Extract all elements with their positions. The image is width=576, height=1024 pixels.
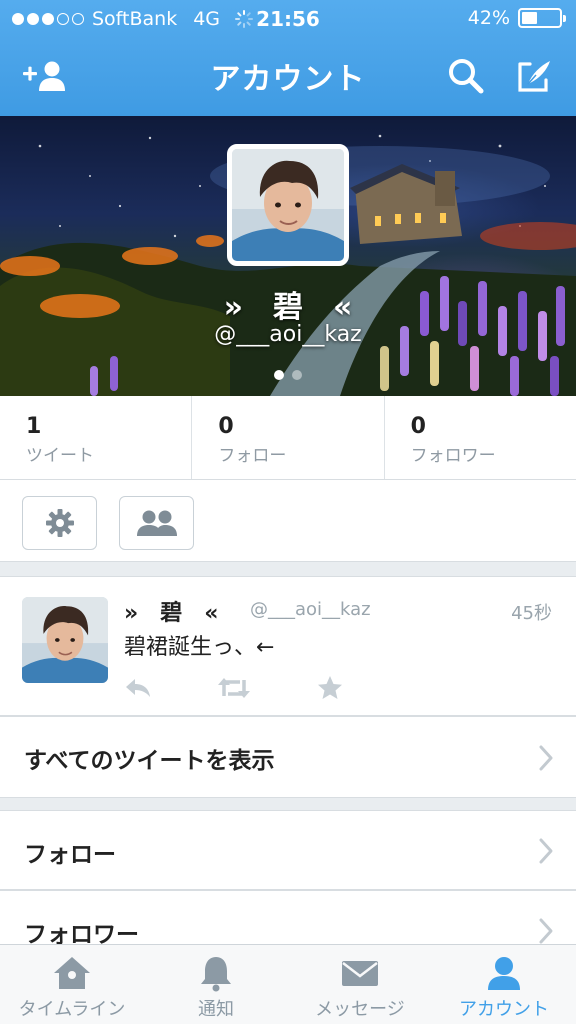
tweet-card[interactable]: » 碧 « @___aoi__kaz 45秒 碧裙誕生っ、← xyxy=(0,576,576,716)
page-dot-1 xyxy=(274,370,284,380)
status-bar: SoftBank 4G 21:56 42% xyxy=(0,0,576,38)
tab-timeline-label: タイムライン xyxy=(18,999,126,1020)
battery-percent: 42% xyxy=(467,7,510,29)
retweet-button[interactable] xyxy=(216,673,252,703)
view-all-tweets-label: すべてのツイートを表示 xyxy=(24,748,275,774)
tweet-timestamp: 45秒 xyxy=(511,603,552,624)
chevron-right-icon xyxy=(539,918,553,944)
tab-account[interactable]: アカウント xyxy=(432,945,576,1024)
profile-handle: @___aoi__kaz xyxy=(214,322,362,347)
envelope-icon xyxy=(342,961,378,986)
tab-account-label: アカウント xyxy=(459,999,549,1020)
stat-following-count: 0 xyxy=(218,414,234,439)
page-dot-2 xyxy=(292,370,302,380)
tab-messages[interactable]: メッセージ xyxy=(288,945,432,1024)
tab-messages-label: メッセージ xyxy=(315,999,405,1020)
avatar-photo xyxy=(22,597,108,683)
stat-tweets-count: 1 xyxy=(26,414,42,439)
people-icon xyxy=(136,510,177,536)
view-all-tweets-row[interactable]: すべてのツイートを表示 xyxy=(0,716,576,798)
lists-people-button[interactable] xyxy=(119,496,194,550)
tweet-avatar[interactable] xyxy=(22,597,108,683)
reply-icon xyxy=(126,679,150,697)
search-icon xyxy=(449,59,484,94)
user-icon xyxy=(488,957,520,990)
stat-followers[interactable]: 0 フォロワー xyxy=(385,396,576,479)
settings-button[interactable] xyxy=(22,496,97,550)
stat-followers-label: フォロワー xyxy=(410,446,496,466)
tweet-text: 碧裙誕生っ、← xyxy=(124,635,275,660)
avatar-photo xyxy=(232,149,344,261)
stat-following[interactable]: 0 フォロー xyxy=(192,396,385,479)
following-row[interactable]: フォロー xyxy=(0,810,576,890)
stat-tweets[interactable]: 1 ツイート xyxy=(0,396,193,479)
profile-header-banner[interactable]: » 碧 « @___aoi__kaz xyxy=(0,116,576,396)
gear-icon xyxy=(45,509,74,537)
top-bar: SoftBank 4G 21:56 42% アカウント xyxy=(0,0,576,116)
stat-followers-count: 0 xyxy=(410,414,426,439)
battery-icon xyxy=(518,8,566,28)
home-icon xyxy=(54,957,90,989)
following-label: フォロー xyxy=(24,842,116,868)
profile-avatar[interactable] xyxy=(227,144,349,266)
tab-timeline[interactable]: タイムライン xyxy=(0,945,144,1024)
banner-page-indicator[interactable] xyxy=(0,370,576,380)
stat-tweets-label: ツイート xyxy=(26,446,94,466)
profile-stats: 1 ツイート 0 フォロー 0 フォロワー xyxy=(0,396,576,480)
star-icon xyxy=(318,676,342,699)
reply-button[interactable] xyxy=(120,673,156,703)
tab-bar: タイムライン 通知 メッセージ アカウント xyxy=(0,944,576,1024)
tweet-author-handle: @___aoi__kaz xyxy=(250,599,371,620)
favorite-button[interactable] xyxy=(312,673,348,703)
profile-actions xyxy=(0,480,576,562)
tab-notifications-label: 通知 xyxy=(198,999,234,1020)
retweet-icon xyxy=(218,678,250,698)
bell-icon xyxy=(201,957,231,992)
stat-following-label: フォロー xyxy=(218,446,287,466)
chevron-right-icon xyxy=(539,745,553,771)
chevron-right-icon xyxy=(539,838,553,864)
tweet-author-name: » 碧 « xyxy=(124,601,219,626)
tab-notifications[interactable]: 通知 xyxy=(144,945,288,1024)
search-button[interactable] xyxy=(442,56,490,96)
profile-display-name: » 碧 « xyxy=(223,290,353,325)
compose-button[interactable] xyxy=(510,56,558,96)
compose-icon xyxy=(518,61,550,92)
